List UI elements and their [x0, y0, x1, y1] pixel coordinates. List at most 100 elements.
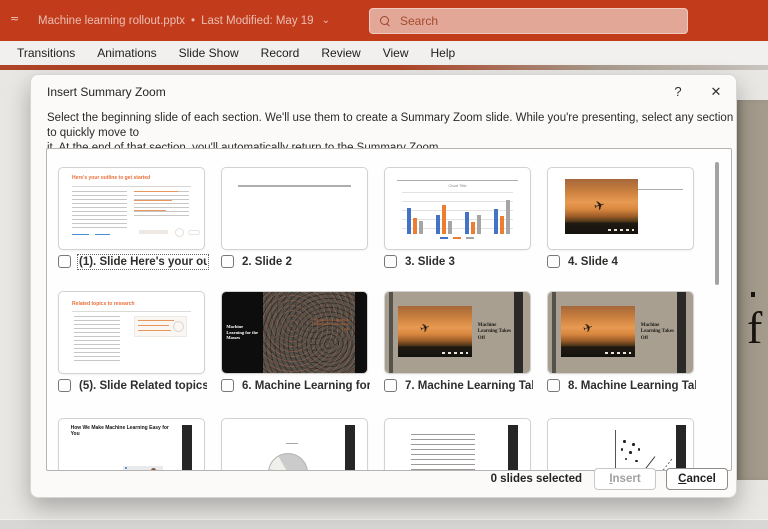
slide-thumbnail-6[interactable]: Machine Learning for the Masses Put the …	[221, 291, 368, 374]
runway-lights	[605, 352, 631, 354]
side-bar	[182, 425, 192, 471]
slide-thumbnail-5[interactable]: Related topics to research	[58, 291, 205, 374]
orange-text-line	[134, 200, 172, 201]
slide-4-checkbox[interactable]	[547, 255, 560, 268]
close-button[interactable]: ✕	[703, 81, 729, 103]
slide-12-preview	[548, 419, 693, 471]
ribbon-tab-bar: Transitions Animations Slide Show Record…	[0, 41, 768, 65]
background-slide-edge: f	[737, 100, 768, 480]
insert-summary-zoom-dialog: Insert Summary Zoom ? ✕ Select the begin…	[30, 74, 737, 498]
slide-4-label-row: 4. Slide 4	[547, 254, 703, 269]
slide-thumbnail-8[interactable]: ✈ Machine Learning Takes Off	[547, 291, 694, 374]
callout-box	[134, 316, 186, 337]
tab-transitions[interactable]: Transitions	[6, 46, 86, 60]
slide-thumbnail-2[interactable]	[221, 167, 368, 250]
dialog-title: Insert Summary Zoom	[47, 85, 166, 99]
chevron-down-icon[interactable]: ⌄	[322, 15, 330, 26]
slide-7-label[interactable]: 7. Machine Learning Tak...	[405, 380, 533, 392]
statusbar-edge	[0, 519, 768, 529]
ribbon-collapse-icon[interactable]: ≂	[10, 14, 22, 24]
orange-text-line	[134, 191, 178, 192]
slide-2-checkbox[interactable]	[221, 255, 234, 268]
slide-1-label-row: (1). Slide Here's your out...	[58, 254, 214, 269]
ribbon-edge-strip	[0, 65, 768, 70]
tab-review[interactable]: Review	[310, 46, 371, 60]
slide-thumbnail-1[interactable]: Here's your outline to get started	[58, 167, 205, 250]
selection-status: 0 slides selected	[491, 473, 582, 485]
orange-text-line	[138, 325, 168, 326]
side-bar	[508, 425, 518, 471]
slide-1-checkbox[interactable]	[58, 255, 71, 268]
slide-thumbnail-7[interactable]: ✈ Machine Learning Takes Off	[384, 291, 531, 374]
document-title: Machine learning rollout.pptx • Last Mod…	[38, 0, 330, 41]
airplane-icon: ✈	[581, 320, 595, 336]
slide-thumbnail-9[interactable]: How We Make Machine Learning Easy for Yo…	[58, 418, 205, 471]
tab-slide-show[interactable]: Slide Show	[168, 46, 250, 60]
runway-lights	[608, 229, 634, 231]
slide-thumbnail-11[interactable]	[384, 418, 531, 471]
slide-7-checkbox[interactable]	[384, 379, 397, 392]
bullet-list	[74, 316, 120, 361]
slide-8-preview: ✈ Machine Learning Takes Off	[548, 292, 693, 373]
faint-text	[139, 230, 168, 235]
side-bar	[389, 292, 393, 373]
slide-2-preview	[222, 168, 367, 249]
airplane-photo: ✈	[561, 306, 635, 357]
help-button[interactable]: ?	[665, 81, 691, 103]
slide-8-label[interactable]: 8. Machine Learning Tak...	[568, 380, 696, 392]
tab-record[interactable]: Record	[250, 46, 311, 60]
tab-view[interactable]: View	[372, 46, 420, 60]
tab-help[interactable]: Help	[420, 46, 467, 60]
background-slide-letter: f	[747, 305, 762, 351]
dialog-footer: 0 slides selected Insert Cancel	[31, 467, 728, 491]
slide-5-label[interactable]: (5). Slide Related topics t...	[79, 380, 207, 392]
search-input[interactable]	[400, 14, 660, 28]
link-text-line	[72, 234, 89, 235]
slide-1-preview: Here's your outline to get started	[59, 168, 204, 249]
pie-chart-label	[286, 443, 298, 444]
slide-thumbnail-10[interactable]	[221, 418, 368, 471]
slide-5-label-row: (5). Slide Related topics t...	[58, 378, 214, 393]
side-bar	[676, 425, 686, 471]
side-bar	[677, 292, 686, 373]
slide-7-title-text: Machine Learning Takes Off	[478, 323, 511, 343]
side-bar	[345, 425, 355, 471]
background-slide-mark	[751, 292, 755, 297]
slide-9-title-text: How We Make Machine Learning Easy for Yo…	[71, 425, 173, 437]
slide-6-label[interactable]: 6. Machine Learning for ...	[242, 380, 370, 392]
slide-thumbnail-list[interactable]: Here's your outline to get started	[46, 148, 732, 471]
slide-7-preview: ✈ Machine Learning Takes Off	[385, 292, 530, 373]
slide-thumbnail-3[interactable]: Chart Title	[384, 167, 531, 250]
airplane-photo: ✈	[398, 306, 472, 357]
slide-thumbnail-4[interactable]: ✈	[547, 167, 694, 250]
orange-text-line	[134, 210, 166, 211]
tab-animations[interactable]: Animations	[86, 46, 167, 60]
side-bar	[514, 292, 523, 373]
search-icon	[380, 16, 391, 27]
link-text-line	[95, 234, 110, 235]
slide-3-label[interactable]: 3. Slide 3	[405, 256, 455, 268]
slide-thumbnail-12[interactable]	[547, 418, 694, 471]
slide-11-preview	[385, 419, 530, 471]
insert-button[interactable]: Insert	[594, 468, 656, 490]
mini-bar-chart-bars	[407, 192, 511, 233]
slide-5-title-text: Related topics to research	[72, 301, 135, 307]
slide-3-preview: Chart Title	[385, 168, 530, 249]
search-box[interactable]	[369, 8, 688, 34]
slide-5-checkbox[interactable]	[58, 379, 71, 392]
scrollbar-thumb[interactable]	[715, 162, 719, 285]
slide-8-checkbox[interactable]	[547, 379, 560, 392]
bullet-list	[411, 434, 475, 471]
cancel-button[interactable]: Cancel	[666, 468, 728, 490]
text-block	[72, 191, 127, 228]
slide-6-checkbox[interactable]	[221, 379, 234, 392]
slide-1-title-text: Here's your outline to get started	[72, 175, 150, 181]
slide-2-label[interactable]: 2. Slide 2	[242, 256, 292, 268]
airplane-icon: ✈	[418, 320, 432, 336]
slide-1-label[interactable]: (1). Slide Here's your out...	[79, 256, 207, 268]
title-separator: •	[191, 15, 195, 27]
slide-4-label[interactable]: 4. Slide 4	[568, 256, 618, 268]
slide-3-checkbox[interactable]	[384, 255, 397, 268]
titlebar: ≂ Machine learning rollout.pptx • Last M…	[0, 0, 768, 41]
slide-7-label-row: 7. Machine Learning Tak...	[384, 378, 540, 393]
